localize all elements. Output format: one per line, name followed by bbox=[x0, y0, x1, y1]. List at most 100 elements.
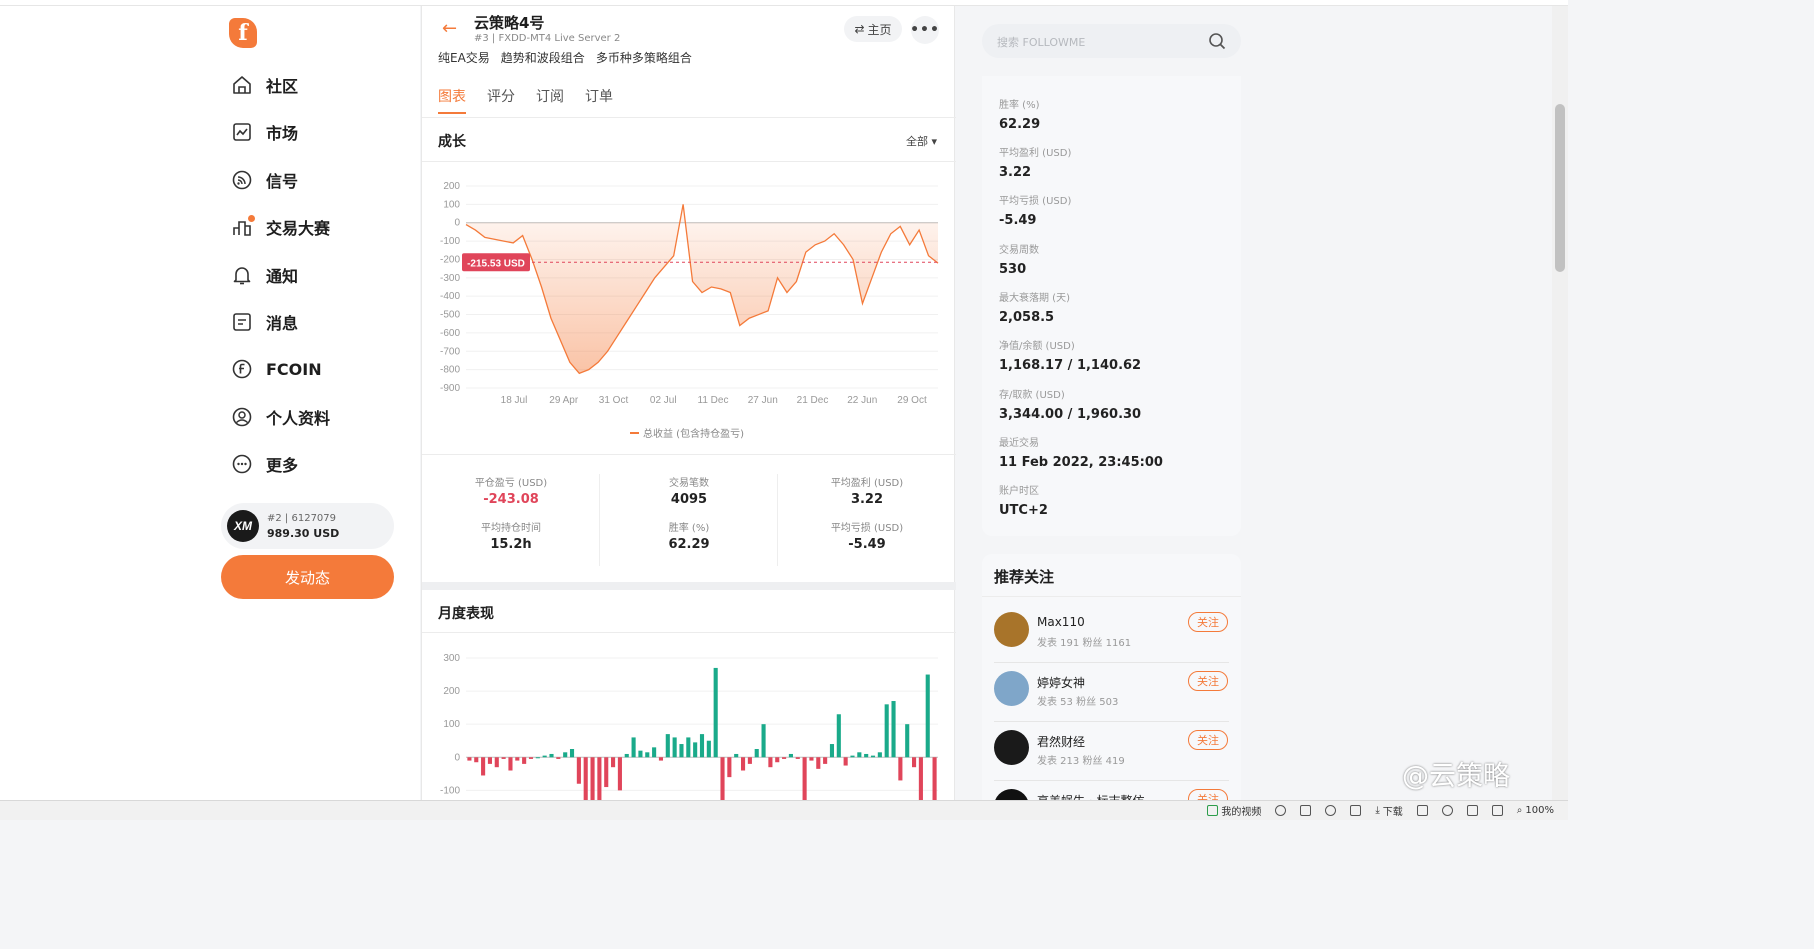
scrollbar[interactable] bbox=[1552, 6, 1568, 800]
divider bbox=[994, 721, 1229, 722]
monthly-bar bbox=[604, 757, 609, 788]
info-deposit-withdraw: 存/取款 (USD) 3,344.00 / 1,960.30 bbox=[999, 386, 1141, 422]
info-key: 最大衰落期 (天) bbox=[999, 293, 1070, 304]
monthly-bar bbox=[631, 737, 636, 758]
nav-item-messages[interactable]: 消息 bbox=[230, 307, 298, 337]
follow-button[interactable]: 关注 bbox=[1188, 730, 1228, 750]
stat-key: 平仓盈亏 (USD) bbox=[474, 478, 548, 489]
monthly-bar bbox=[713, 667, 718, 758]
message-icon bbox=[230, 310, 254, 334]
info-avg-loss: 平均亏损 (USD) -5.49 bbox=[999, 192, 1071, 228]
more-options-button[interactable]: ••• bbox=[910, 16, 939, 44]
right-column: 搜索 FOLLOWME 胜率 (%) 62.29 平均盈利 (USD) 3.22 平… bbox=[982, 6, 1242, 800]
back-arrow-icon[interactable]: ← bbox=[442, 18, 457, 39]
range-dropdown[interactable]: 全部 ▾ bbox=[906, 133, 937, 149]
recommend-meta: 发表 213 粉丝 419 bbox=[1037, 756, 1125, 767]
avatar[interactable] bbox=[994, 789, 1029, 800]
speaker-icon[interactable] bbox=[1491, 805, 1503, 816]
nav-item-market[interactable]: 市场 bbox=[230, 117, 298, 147]
nav-item-signal[interactable]: 信号 bbox=[230, 165, 298, 195]
heart-icon[interactable] bbox=[1325, 805, 1337, 816]
legend-swatch bbox=[630, 431, 639, 434]
image-icon[interactable] bbox=[1300, 805, 1312, 816]
nav-item-profile[interactable]: 个人资料 bbox=[230, 402, 330, 432]
search-box[interactable]: 搜索 FOLLOWME bbox=[982, 24, 1241, 58]
zoom-level[interactable]: ⌕ 100% bbox=[1517, 805, 1554, 816]
monthly-bar bbox=[583, 757, 588, 800]
recommend-item[interactable]: 亮美蜗牛 · 标志整仿 关注 bbox=[982, 783, 1241, 800]
growth-title: 成长 bbox=[438, 134, 466, 150]
home-button[interactable]: ⇄ 主页 bbox=[844, 16, 902, 42]
recommend-name[interactable]: Max110 bbox=[1037, 615, 1085, 629]
rocket-icon[interactable] bbox=[1350, 805, 1362, 816]
follow-button[interactable]: 关注 bbox=[1188, 789, 1228, 800]
monthly-bar bbox=[850, 755, 855, 758]
info-win-rate: 胜率 (%) 62.29 bbox=[999, 96, 1040, 132]
download-button[interactable]: ⤓ 下载 bbox=[1375, 803, 1402, 818]
search-icon[interactable] bbox=[1208, 32, 1226, 54]
x-tick-label: 21 Dec bbox=[797, 395, 829, 406]
monthly-bar bbox=[611, 757, 616, 768]
follow-button[interactable]: 关注 bbox=[1188, 612, 1228, 632]
stat-key: 平均亏损 (USD) bbox=[830, 523, 904, 534]
avatar[interactable] bbox=[994, 612, 1029, 647]
signal-header: ← 云策略4号 #3 | FXDD-MT4 Live Server 2 ⇄ 主页… bbox=[422, 6, 956, 46]
legend-label: 总收益 (包含持仓盈亏) bbox=[643, 429, 744, 440]
tab-chart[interactable]: 图表 bbox=[438, 86, 466, 106]
profile-icon bbox=[230, 405, 254, 429]
monthly-bar bbox=[693, 742, 698, 758]
recommend-item[interactable]: Max110 发表 191 粉丝 1161 关注 bbox=[982, 606, 1241, 665]
y-tick-label: -100 bbox=[440, 236, 460, 247]
avatar[interactable] bbox=[994, 671, 1029, 706]
y-tick-label: 200 bbox=[443, 181, 460, 192]
monthly-bar bbox=[932, 757, 937, 800]
monthly-bar bbox=[734, 753, 739, 758]
monthly-title: 月度表现 bbox=[438, 606, 494, 622]
info-key: 平均亏损 (USD) bbox=[999, 196, 1072, 207]
recommend-card: 推荐关注 Max110 发表 191 粉丝 1161 关注 婷婷女神 发表 53… bbox=[982, 554, 1241, 800]
tab-rating[interactable]: 评分 bbox=[487, 86, 515, 106]
tab-orders[interactable]: 订单 bbox=[585, 86, 613, 106]
info-key: 平均盈利 (USD) bbox=[999, 148, 1072, 159]
nav-item-contest[interactable]: 交易大赛 bbox=[230, 212, 330, 242]
game-icon[interactable] bbox=[1416, 805, 1428, 816]
recommend-item[interactable]: 婷婷女神 发表 53 粉丝 503 关注 bbox=[982, 665, 1241, 724]
monthly-bar bbox=[829, 744, 835, 758]
monthly-bar bbox=[891, 701, 896, 758]
follow-button[interactable]: 关注 bbox=[1188, 671, 1228, 691]
video-icon bbox=[1207, 805, 1219, 816]
my-videos-button[interactable]: 我的视频 bbox=[1207, 803, 1261, 818]
refresh-icon[interactable] bbox=[1441, 805, 1453, 816]
y-tick-label: -900 bbox=[440, 383, 460, 394]
tab-subscribe[interactable]: 订阅 bbox=[536, 86, 564, 106]
shield-icon[interactable] bbox=[1275, 805, 1287, 816]
monthly-bar bbox=[809, 757, 814, 761]
recommend-name[interactable]: 君然财经 bbox=[1037, 733, 1085, 750]
recommend-name[interactable]: 婷婷女神 bbox=[1037, 674, 1085, 691]
avatar[interactable] bbox=[994, 730, 1029, 765]
main-content: ← 云策略4号 #3 | FXDD-MT4 Live Server 2 ⇄ 主页… bbox=[421, 6, 956, 800]
followme-logo[interactable]: f bbox=[229, 18, 257, 48]
info-max-drawdown-period: 最大衰落期 (天) 2,058.5 bbox=[999, 289, 1070, 325]
info-avg-profit: 平均盈利 (USD) 3.22 bbox=[999, 144, 1071, 180]
nav-item-notifications[interactable]: 通知 bbox=[230, 260, 298, 290]
nav-item-community[interactable]: 社区 bbox=[230, 70, 298, 100]
account-card[interactable]: XM #2 | 6127079 989.30 USD bbox=[221, 503, 394, 549]
search-input[interactable]: 搜索 FOLLOWME bbox=[997, 34, 1085, 50]
nav-item-fcoin[interactable]: FCOIN bbox=[230, 354, 322, 384]
info-last-trade: 最近交易 11 Feb 2022, 23:45:00 bbox=[999, 434, 1163, 470]
scrollbar-thumb[interactable] bbox=[1555, 104, 1565, 272]
tab-bar: 图表 评分 订阅 订单 bbox=[438, 86, 613, 106]
recommend-item[interactable]: 君然财经 发表 213 粉丝 419 关注 bbox=[982, 724, 1241, 783]
info-value: -5.49 bbox=[999, 213, 1037, 228]
monthly-bar bbox=[788, 753, 793, 758]
monthly-bar bbox=[508, 757, 513, 771]
info-value: 2,058.5 bbox=[999, 310, 1055, 325]
post-button[interactable]: 发动态 bbox=[221, 555, 394, 599]
nav-item-more[interactable]: 更多 bbox=[230, 449, 298, 479]
window-icon[interactable] bbox=[1466, 805, 1478, 816]
recommend-name[interactable]: 亮美蜗牛 · 标志整仿 bbox=[1037, 792, 1144, 800]
trend-icon bbox=[230, 120, 254, 144]
stat-win-rate: 胜率 (%) 62.29 bbox=[600, 519, 778, 552]
stat-key: 平均盈利 (USD) bbox=[830, 478, 904, 489]
